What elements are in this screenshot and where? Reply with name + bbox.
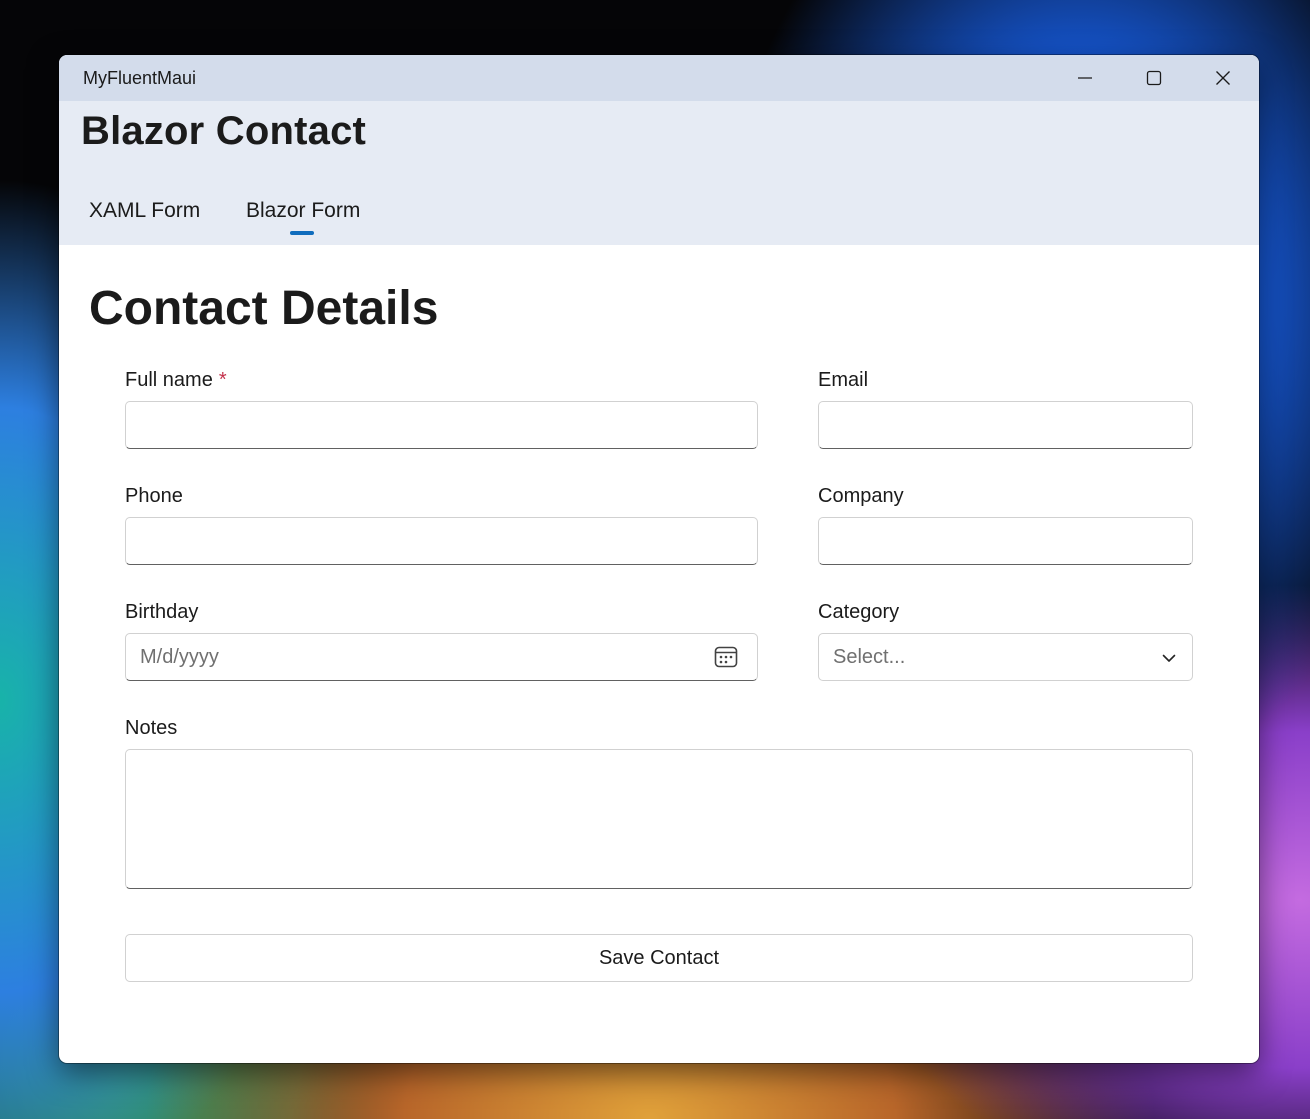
form-content: Contact Details Full name * Email Phone C… xyxy=(59,245,1259,1063)
save-contact-button[interactable]: Save Contact xyxy=(125,934,1193,982)
full-name-label: Full name * xyxy=(125,369,227,392)
notes-textarea[interactable] xyxy=(125,749,1193,889)
tab-blazor-form[interactable]: Blazor Form xyxy=(246,199,360,223)
app-window: MyFluentMaui Blazor Contact XAML Form Bl… xyxy=(59,55,1259,1063)
close-icon xyxy=(1216,71,1230,85)
phone-input[interactable] xyxy=(125,517,758,565)
calendar-icon[interactable] xyxy=(713,644,739,670)
minimize-icon xyxy=(1078,77,1092,79)
maximize-button[interactable] xyxy=(1120,55,1188,101)
category-select[interactable]: Select... xyxy=(818,633,1193,681)
company-input[interactable] xyxy=(818,517,1193,565)
category-selected-value: Select... xyxy=(833,645,906,668)
email-label: Email xyxy=(818,369,869,391)
birthday-input[interactable] xyxy=(125,633,758,681)
notes-label: Notes xyxy=(125,717,178,739)
birthday-label: Birthday xyxy=(125,601,199,623)
tab-xaml-form[interactable]: XAML Form xyxy=(89,199,200,223)
full-name-input[interactable] xyxy=(125,401,758,449)
required-marker: * xyxy=(218,369,227,391)
maximize-icon xyxy=(1146,70,1162,86)
full-name-label-text: Full name xyxy=(125,369,213,391)
category-label: Category xyxy=(818,601,900,623)
chevron-down-icon xyxy=(1162,654,1176,662)
email-input[interactable] xyxy=(818,401,1193,449)
selected-tab-indicator xyxy=(290,231,314,235)
close-button[interactable] xyxy=(1189,55,1257,101)
title-bar[interactable]: MyFluentMaui xyxy=(59,55,1259,101)
phone-label: Phone xyxy=(125,485,183,507)
page-title: Blazor Contact xyxy=(81,109,367,153)
app-title: MyFluentMaui xyxy=(83,67,197,88)
minimize-button[interactable] xyxy=(1051,55,1119,101)
company-label: Company xyxy=(818,485,904,507)
page-header: Blazor Contact XAML Form Blazor Form xyxy=(59,101,1259,245)
form-title: Contact Details xyxy=(89,282,439,335)
